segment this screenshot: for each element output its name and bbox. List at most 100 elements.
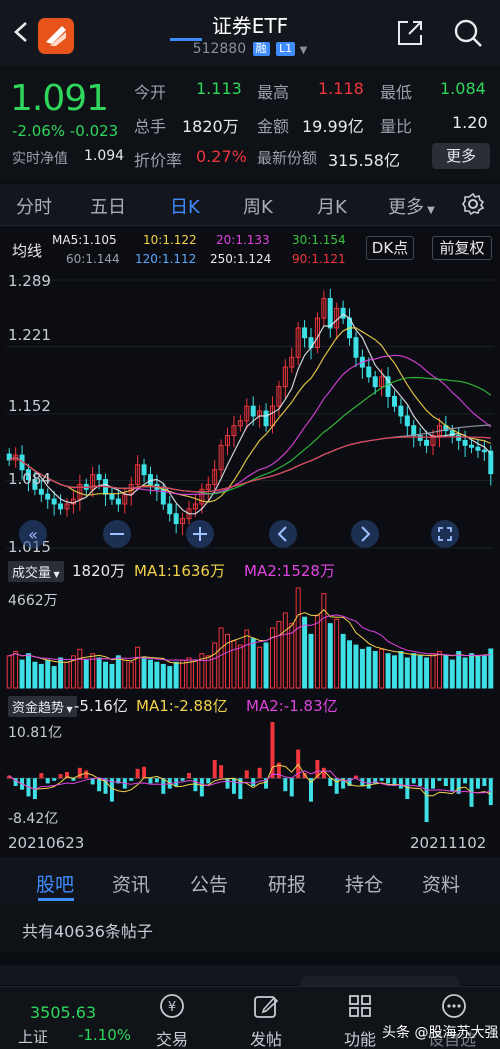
volume-bar — [481, 655, 487, 689]
zoom-out-icon[interactable] — [102, 519, 132, 549]
tab-forum[interactable]: 股吧 — [36, 870, 74, 897]
gear-icon[interactable] — [461, 192, 485, 216]
volume-current: 1820万 — [72, 562, 126, 580]
tab-monthly-k[interactable]: 月K — [317, 193, 347, 219]
candle-body — [45, 493, 51, 500]
volume-bar — [250, 638, 256, 689]
candle-body — [340, 307, 346, 319]
tab-news[interactable]: 资讯 — [112, 870, 150, 897]
change-percent: -2.06% — [12, 122, 66, 140]
volume-label: 总手 — [134, 117, 167, 136]
tab-weekly-k[interactable]: 周K — [243, 193, 273, 219]
fund-flow-bar — [129, 778, 134, 781]
fund-flow-bar — [161, 778, 166, 794]
volume-bar — [276, 621, 282, 689]
ma60-value: 60:1.144 — [66, 252, 120, 266]
volume-ratio-value: 1.20 — [452, 113, 488, 132]
volume-bar — [462, 657, 468, 689]
volume-bar — [64, 661, 70, 689]
adjust-button[interactable]: 前复权 — [432, 236, 492, 260]
volume-bar — [327, 623, 333, 689]
volume-bar — [103, 661, 109, 689]
fund-flow-bar — [450, 778, 455, 792]
volume-bar — [38, 663, 44, 689]
date-end-label: 20211102 — [410, 834, 487, 852]
fund-flow-bar — [424, 778, 429, 822]
high-label: 最高 — [257, 83, 290, 102]
fund-flow-current: -5.16亿 — [74, 697, 128, 715]
tab-holdings[interactable]: 持仓 — [345, 870, 383, 897]
rewind-icon[interactable]: « — [18, 519, 48, 549]
candle-body — [462, 439, 468, 446]
level-badge: L1 — [276, 42, 296, 56]
y-tick-label: 1.084 — [8, 470, 51, 488]
share-icon[interactable] — [395, 18, 425, 48]
y-tick-label: 1.221 — [8, 326, 51, 344]
candle-body — [475, 446, 481, 451]
compose-label[interactable]: 发帖 — [250, 1026, 282, 1049]
fund-flow-bar — [418, 778, 423, 787]
volume-indicator-selector[interactable]: 成交量 ▼ — [8, 561, 64, 582]
fund-flow-bar — [52, 778, 57, 781]
fund-flow-bar — [257, 767, 262, 779]
tab-daily-k[interactable]: 日K — [170, 193, 200, 219]
volume-bar — [366, 646, 372, 689]
volume-bar — [379, 648, 385, 689]
tab-announcements[interactable]: 公告 — [190, 870, 228, 897]
features-label[interactable]: 功能 — [344, 1026, 376, 1049]
fund-flow-chart[interactable] — [6, 718, 494, 826]
caret-down-icon: ▼ — [64, 705, 73, 714]
fund-flow-bar — [148, 778, 153, 784]
tab-five-day[interactable]: 五日 — [90, 193, 126, 219]
candle-body — [404, 415, 410, 427]
fund-flow-bar — [244, 770, 249, 779]
more-dots-icon[interactable] — [440, 992, 468, 1020]
ma5-value: MA5:1.105 — [52, 233, 117, 247]
fund-flow-selector[interactable]: 资金趋势 ▼ — [8, 696, 77, 717]
stock-code-line: 512880 融 L1 ▼ — [150, 41, 350, 57]
trade-icon[interactable]: ¥ — [158, 992, 186, 1020]
volume-ratio-label: 量比 — [380, 117, 413, 136]
back-arrow-icon[interactable] — [12, 20, 30, 44]
chevron-left-icon[interactable] — [268, 519, 298, 549]
volume-bar — [25, 653, 31, 689]
dk-point-button[interactable]: DK点 — [366, 236, 414, 260]
dropdown-caret-icon[interactable]: ▼ — [300, 45, 308, 56]
fund-flow-bar — [39, 773, 44, 779]
volume-bar — [404, 657, 410, 689]
volume-bar — [212, 642, 218, 689]
ma-line-120 — [8, 436, 491, 493]
tab-intraday[interactable]: 分时 — [16, 193, 52, 219]
volume-chart[interactable] — [6, 584, 494, 690]
amount-label: 金额 — [257, 117, 290, 136]
index-name: 上证 — [18, 1028, 49, 1046]
shares-value: 315.58亿 — [328, 151, 400, 170]
volume-bar — [45, 659, 51, 689]
compose-icon[interactable] — [252, 992, 280, 1020]
volume-bar — [237, 644, 243, 689]
fullscreen-icon[interactable] — [430, 519, 460, 549]
trade-label[interactable]: 交易 — [156, 1026, 188, 1049]
price-change: -2.06% -0.023 — [12, 122, 118, 140]
candle-body — [469, 444, 475, 448]
volume-bar — [32, 661, 38, 689]
volume-bar — [6, 655, 12, 689]
search-icon[interactable] — [452, 17, 484, 49]
chevron-right-icon[interactable] — [350, 519, 380, 549]
date-start-label: 20210623 — [8, 834, 85, 852]
kline-chart[interactable] — [6, 268, 494, 556]
fund-flow-bar — [187, 773, 191, 779]
tab-research[interactable]: 研报 — [268, 870, 306, 897]
ma20-value: 20:1.133 — [216, 233, 270, 247]
more-button[interactable]: 更多 — [432, 143, 490, 169]
zoom-in-icon[interactable] — [185, 519, 215, 549]
tab-more[interactable]: 更多 ▼ — [388, 193, 435, 219]
candle-body — [398, 405, 404, 417]
volume-bar — [302, 616, 308, 689]
index-value[interactable]: 3505.63 — [30, 1003, 96, 1022]
high-value: 1.118 — [318, 79, 364, 98]
tab-profile[interactable]: 资料 — [422, 870, 460, 897]
features-icon[interactable] — [346, 992, 374, 1020]
y-tick-label: 1.289 — [8, 272, 51, 290]
volume-bar — [154, 661, 160, 689]
